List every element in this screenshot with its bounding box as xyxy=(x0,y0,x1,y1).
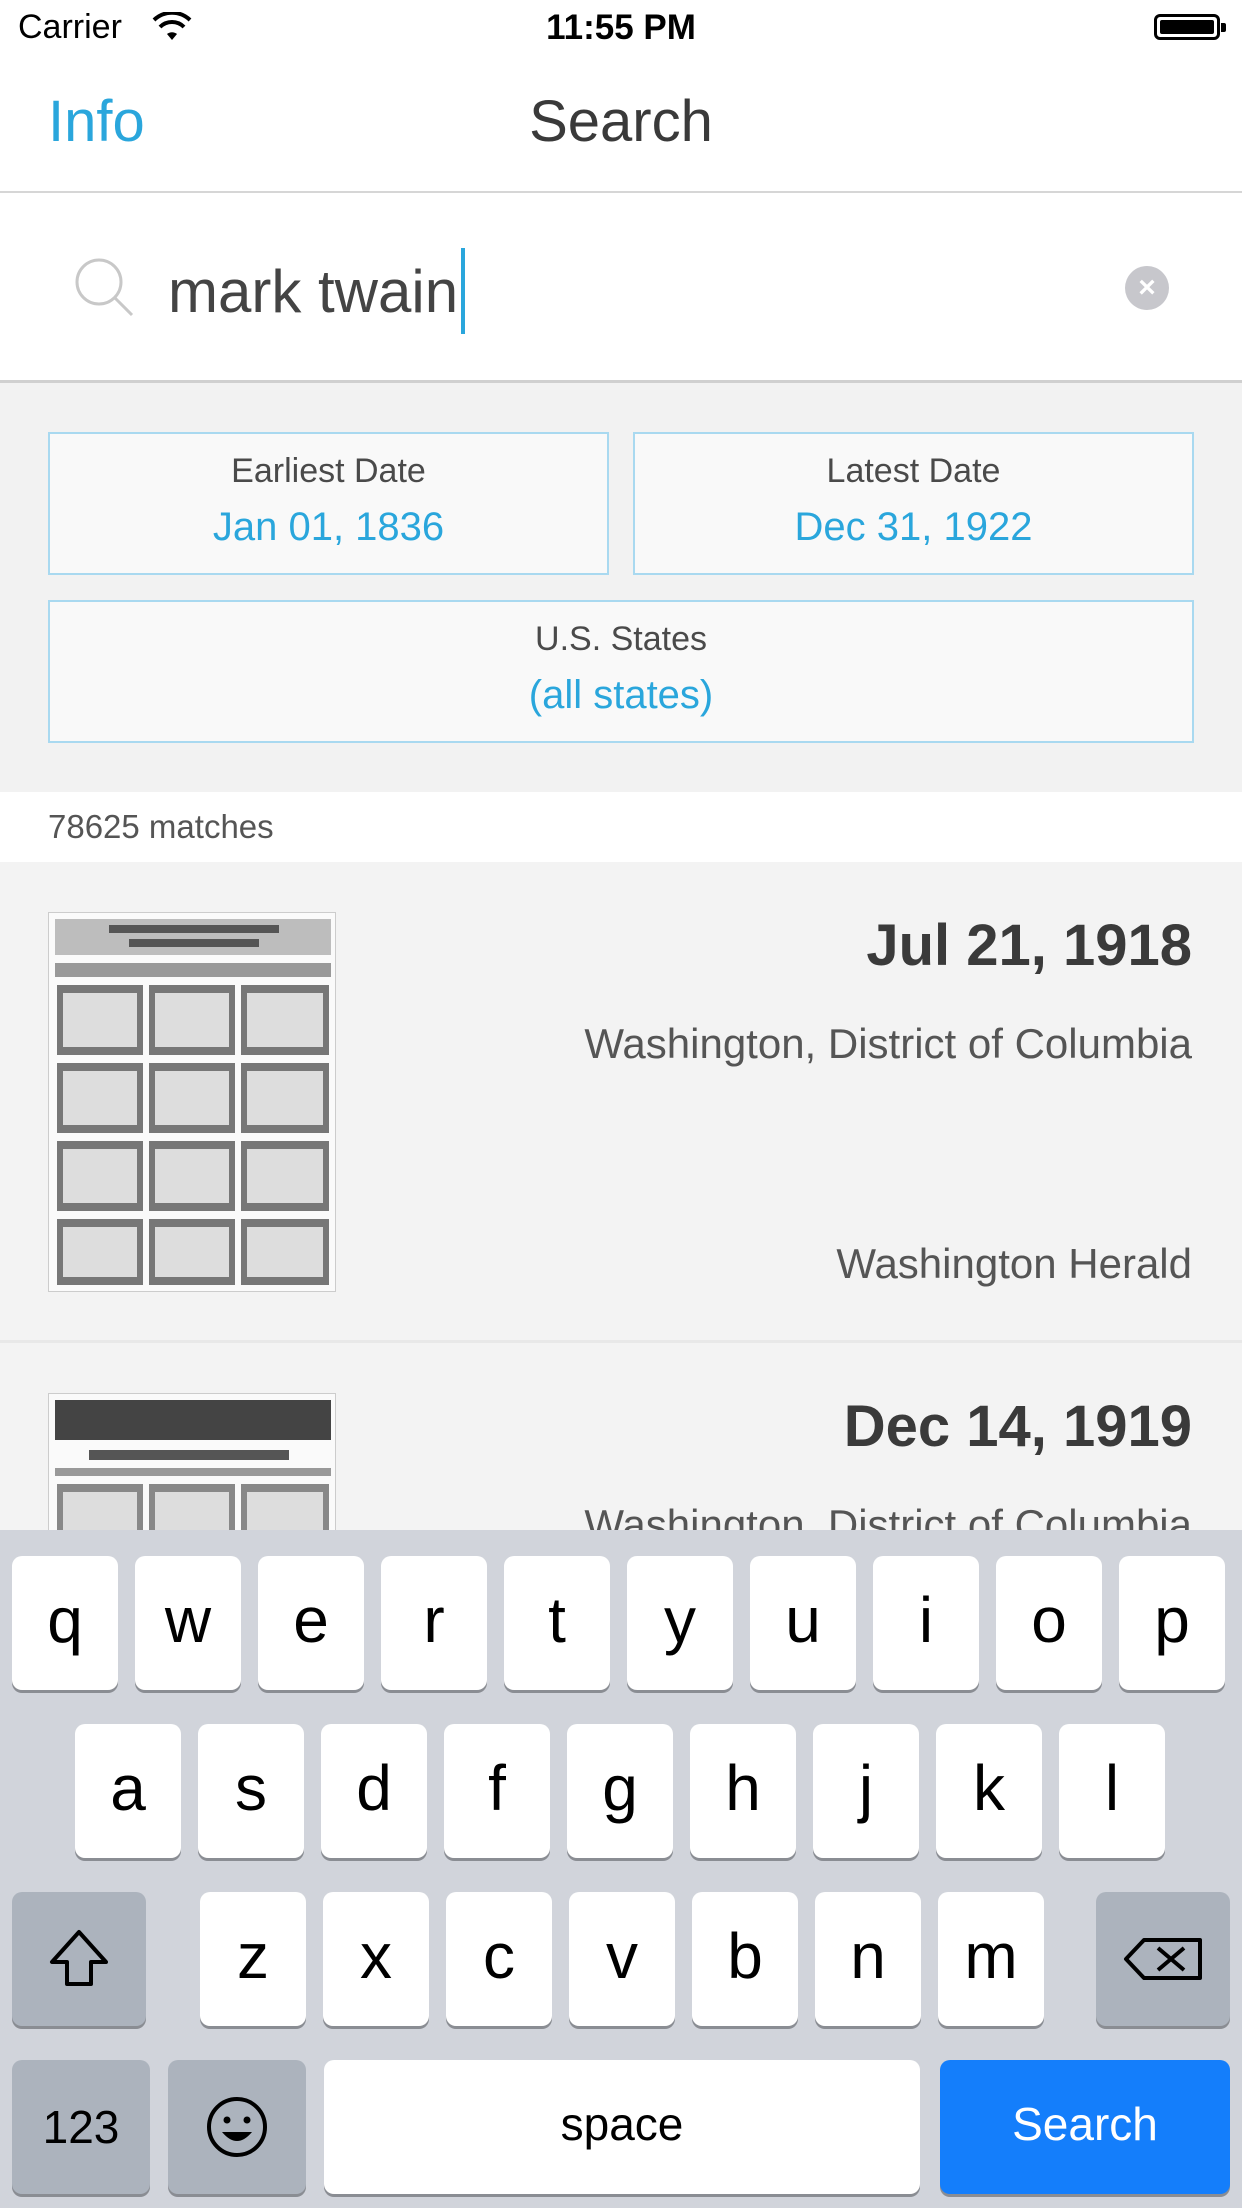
close-icon: × xyxy=(1138,271,1156,304)
space-key[interactable]: space xyxy=(324,2060,920,2194)
key-d[interactable]: d xyxy=(321,1724,427,1858)
key-w[interactable]: w xyxy=(135,1556,241,1690)
key-i[interactable]: i xyxy=(873,1556,979,1690)
earliest-date-label: Earliest Date xyxy=(231,452,426,490)
key-l[interactable]: l xyxy=(1059,1724,1165,1858)
key-u[interactable]: u xyxy=(750,1556,856,1690)
result-date: Jul 21, 1918 xyxy=(866,913,1192,978)
latest-date-value: Dec 31, 1922 xyxy=(794,505,1033,549)
shift-icon xyxy=(50,1930,108,1986)
key-o[interactable]: o xyxy=(996,1556,1102,1690)
key-j[interactable]: j xyxy=(813,1724,919,1858)
key-y[interactable]: y xyxy=(627,1556,733,1690)
key-b[interactable]: b xyxy=(692,1892,798,2026)
list-item[interactable]: Dec 14, 1919 Washington, District of Col… xyxy=(0,1343,1242,1533)
backspace-icon xyxy=(1124,1938,1202,1980)
key-t[interactable]: t xyxy=(504,1556,610,1690)
key-e[interactable]: e xyxy=(258,1556,364,1690)
key-n[interactable]: n xyxy=(815,1892,921,2026)
key-z[interactable]: z xyxy=(200,1892,306,2026)
keyboard: qwertyuiop asdfghjkl zxcvbnm 123 space S… xyxy=(0,1530,1242,2208)
match-count: 78625 matches xyxy=(48,808,274,845)
emoji-key[interactable] xyxy=(168,2060,306,2194)
key-m[interactable]: m xyxy=(938,1892,1044,2026)
result-date: Dec 14, 1919 xyxy=(843,1394,1192,1459)
key-r[interactable]: r xyxy=(381,1556,487,1690)
status-time: 11:55 PM xyxy=(546,8,696,47)
earliest-date-button[interactable]: Earliest Date Jan 01, 1836 xyxy=(48,432,609,575)
key-p[interactable]: p xyxy=(1119,1556,1225,1690)
search-query: mark twain xyxy=(168,257,459,325)
key-f[interactable]: f xyxy=(444,1724,550,1858)
clear-search-button[interactable]: × xyxy=(1125,266,1169,310)
key-h[interactable]: h xyxy=(690,1724,796,1858)
key-a[interactable]: a xyxy=(75,1724,181,1858)
page-title: Search xyxy=(529,89,713,154)
key-g[interactable]: g xyxy=(567,1724,673,1858)
numbers-key[interactable]: 123 xyxy=(12,2060,150,2194)
result-place: Washington, District of Columbia xyxy=(584,1020,1192,1067)
key-q[interactable]: q xyxy=(12,1556,118,1690)
earliest-date-value: Jan 01, 1836 xyxy=(212,505,445,549)
key-x[interactable]: x xyxy=(323,1892,429,2026)
key-s[interactable]: s xyxy=(198,1724,304,1858)
key-v[interactable]: v xyxy=(569,1892,675,2026)
result-place: Washington, District of Columbia xyxy=(584,1501,1192,1533)
key-c[interactable]: c xyxy=(446,1892,552,2026)
newspaper-thumbnail xyxy=(48,1393,336,1533)
emoji-icon xyxy=(207,2097,267,2157)
shift-key[interactable] xyxy=(12,1892,146,2026)
text-caret xyxy=(461,248,466,334)
states-label: U.S. States xyxy=(535,620,707,658)
states-button[interactable]: U.S. States (all states) xyxy=(48,600,1194,743)
latest-date-label: Latest Date xyxy=(826,452,1001,490)
search-input[interactable]: mark twain xyxy=(168,248,466,334)
search-icon xyxy=(75,258,134,317)
latest-date-button[interactable]: Latest Date Dec 31, 1922 xyxy=(633,432,1194,575)
states-value: (all states) xyxy=(528,673,714,717)
battery-icon xyxy=(1154,14,1226,40)
newspaper-thumbnail xyxy=(48,912,336,1292)
status-bar: Carrier 11:55 PM xyxy=(0,0,1242,60)
search-key[interactable]: Search xyxy=(940,2060,1230,2194)
delete-key[interactable] xyxy=(1096,1892,1230,2026)
list-item[interactable]: Jul 21, 1918 Washington, District of Col… xyxy=(0,862,1242,1340)
result-paper: Washington Herald xyxy=(836,1240,1192,1287)
key-k[interactable]: k xyxy=(936,1724,1042,1858)
